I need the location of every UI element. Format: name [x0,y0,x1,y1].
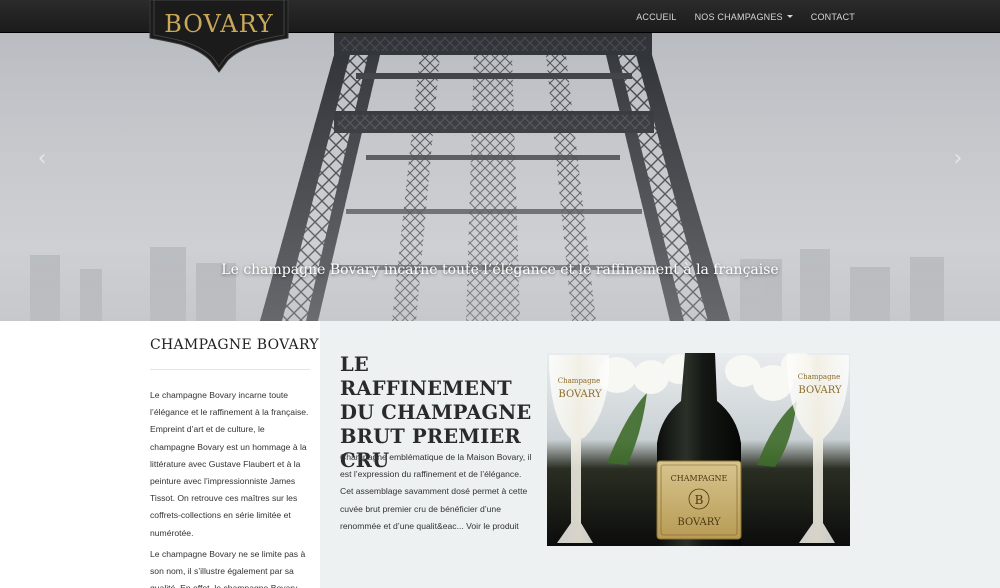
product-description: Champagne emblématique de la Maison Bova… [340,449,536,535]
right-glass-text-top: Champagne [798,373,840,381]
nav-contact[interactable]: CONTACT [802,0,864,33]
bottle-label-top: CHAMPAGNE [671,474,728,483]
sidebar-paragraph-2: Le champagne Bovary ne se limite pas à s… [150,549,306,588]
product-image[interactable]: Champagne BOVARY Champagne BOVARY CHAMPA… [547,353,850,546]
nav-accueil[interactable]: ACCUEIL [627,0,685,33]
carousel-next-arrow-icon[interactable]: › [948,148,968,170]
champagne-bottle-image: Champagne BOVARY Champagne BOVARY CHAMPA… [547,353,850,546]
left-glass-text-bottom: BOVARY [558,389,602,400]
hero-carousel: ‹ › Le champagne Bovary incarne toute l’… [0,33,1000,321]
product-section: LE RAFFINEMENT DU CHAMPAGNE BRUT PREMIER… [320,321,1000,588]
sidebar-title: CHAMPAGNE BOVARY [150,337,319,353]
sidebar-paragraph-1: Le champagne Bovary incarne toute l’élég… [150,390,309,538]
hero-caption: Le champagne Bovary incarne toute l’élég… [221,262,779,278]
logo-text: BOVARY [164,10,274,38]
view-product-link[interactable]: Voir le produit [466,521,519,531]
logo-badge[interactable]: BOVARY [148,0,290,74]
right-glass-text-bottom: BOVARY [798,385,842,396]
nav-nos-champagnes-label: NOS CHAMPAGNES [694,11,783,22]
product-description-text: Champagne emblématique de la Maison Bova… [340,452,532,531]
bottle-label-bottom: BOVARY [677,517,721,528]
carousel-prev-arrow-icon[interactable]: ‹ [32,148,52,170]
nav-nos-champagnes[interactable]: NOS CHAMPAGNES [686,0,802,33]
bottle-label-monogram: B [695,493,704,507]
sidebar-divider [150,369,310,370]
main-nav: ACCUEIL NOS CHAMPAGNES CONTACT [627,0,864,33]
sidebar: CHAMPAGNE BOVARY Le champagne Bovary inc… [0,321,320,588]
caret-down-icon [786,15,793,18]
left-glass-text-top: Champagne [558,377,600,385]
